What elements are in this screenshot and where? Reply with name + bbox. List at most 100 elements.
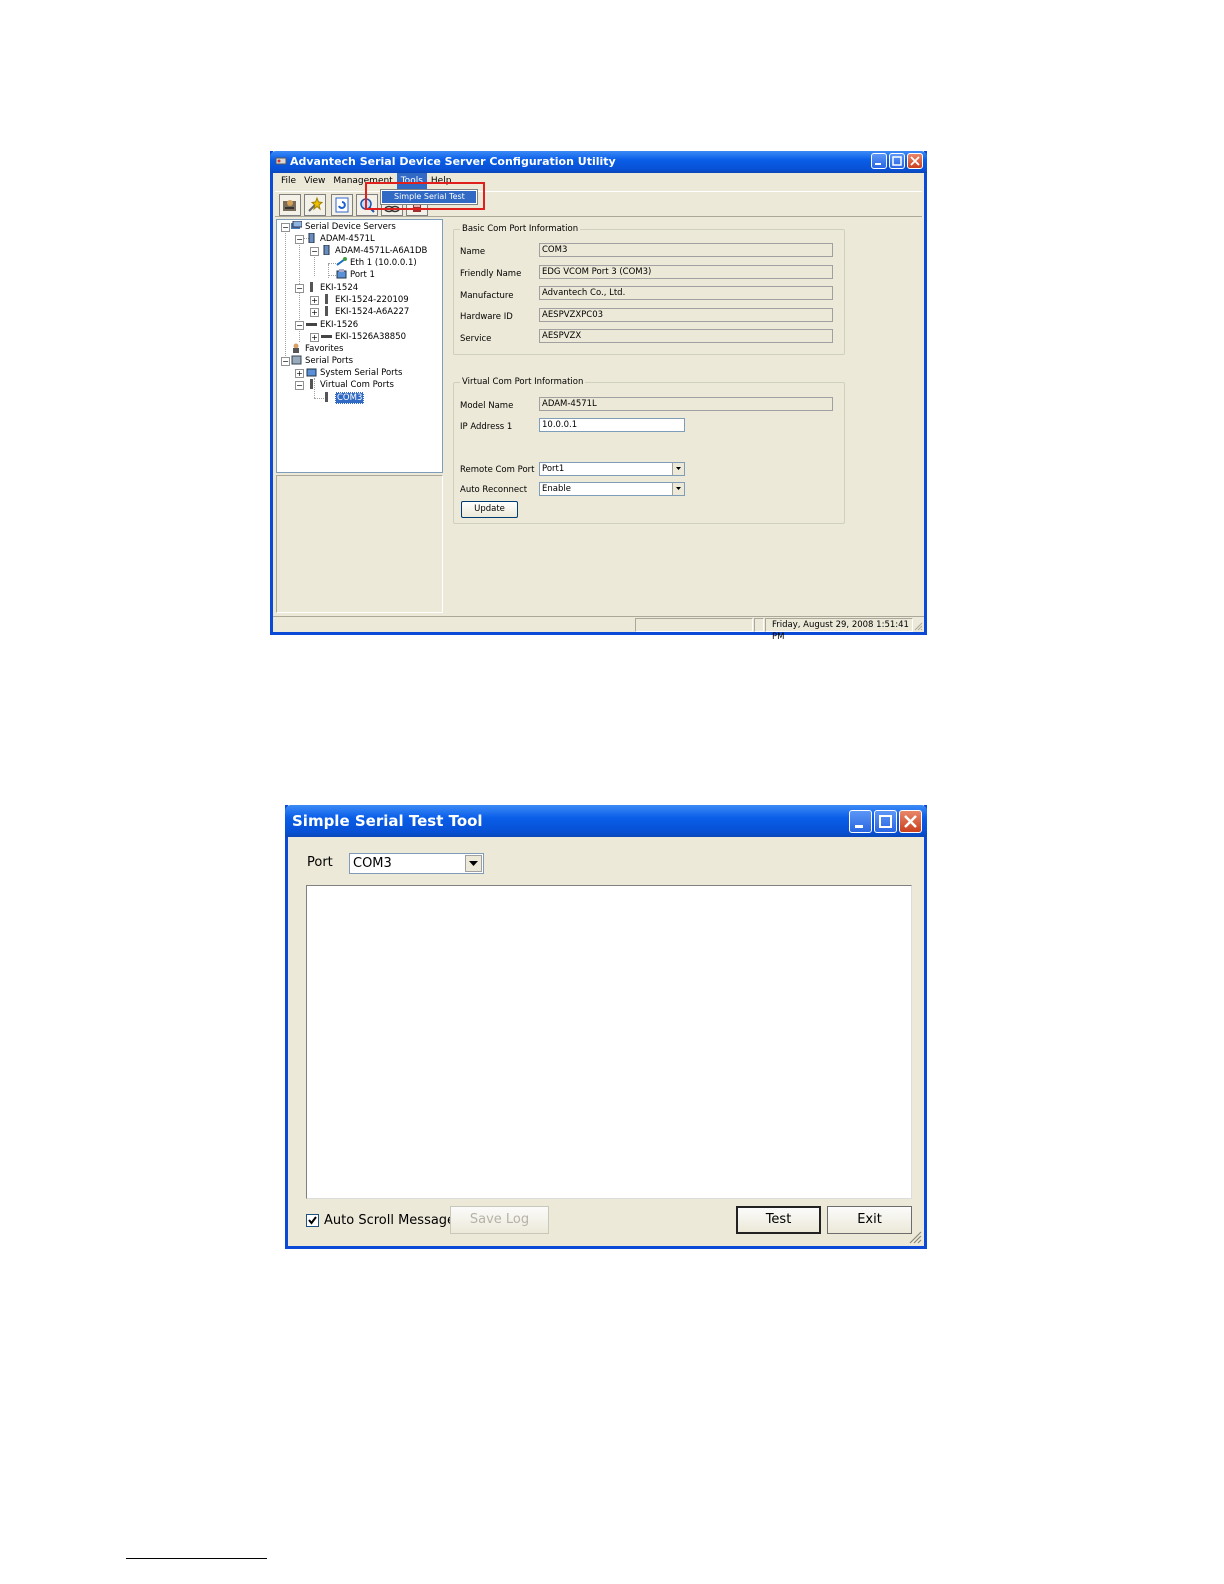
server-group-icon bbox=[291, 221, 302, 229]
status-panel-small bbox=[754, 618, 764, 632]
remote-com-port-value: Port1 bbox=[542, 464, 565, 474]
save-log-button[interactable]: Save Log bbox=[450, 1206, 549, 1234]
tree-item-eki-1526[interactable]: EKI-1526 bbox=[306, 319, 358, 331]
service-field: AESPVZX bbox=[539, 329, 833, 343]
expander-eki1526-a[interactable]: + bbox=[310, 333, 319, 342]
refresh-icon bbox=[335, 197, 349, 213]
device-icon bbox=[321, 335, 332, 338]
tree-item-eki-1524-a6a227[interactable]: EKI-1524-A6A227 bbox=[321, 306, 409, 318]
config-title-bar[interactable]: Advantech Serial Device Server Configura… bbox=[270, 151, 927, 173]
refresh-button[interactable] bbox=[331, 194, 353, 216]
chevron-down-icon bbox=[672, 483, 684, 495]
expander-adam[interactable]: − bbox=[295, 235, 304, 244]
close-button[interactable] bbox=[907, 153, 923, 169]
test-button[interactable]: Test bbox=[736, 1206, 821, 1234]
chevron-down-icon bbox=[672, 463, 684, 475]
friendly-name-field: EDG VCOM Port 3 (COM3) bbox=[539, 265, 833, 279]
close-button[interactable] bbox=[899, 810, 922, 833]
tree-item-system-serial-ports[interactable]: System Serial Ports bbox=[306, 367, 402, 379]
auto-reconnect-label: Auto Reconnect bbox=[460, 485, 528, 495]
status-datetime: Friday, August 29, 2008 1:51:41 PM bbox=[765, 618, 913, 642]
status-panel-empty bbox=[635, 618, 753, 632]
tree-item-serial-device-servers[interactable]: Serial Device Servers bbox=[291, 221, 396, 233]
serial-test-window: Simple Serial Test Tool Port COM3 Auto S… bbox=[285, 805, 927, 1249]
remote-com-port-select[interactable]: Port1 bbox=[539, 462, 685, 476]
auto-reconnect-value: Enable bbox=[542, 484, 571, 494]
device-icon bbox=[306, 323, 317, 326]
ip-address-label: IP Address 1 bbox=[460, 422, 513, 432]
expander-adam-dev[interactable]: − bbox=[310, 247, 319, 256]
wizard-icon bbox=[308, 196, 324, 212]
annotation-highlight bbox=[365, 182, 485, 210]
search-server-icon bbox=[283, 200, 296, 211]
lower-info-pane bbox=[276, 475, 443, 613]
name-field: COM3 bbox=[539, 243, 833, 257]
expander-eki1524-a[interactable]: + bbox=[310, 296, 319, 305]
tree-item-virtual-com-ports[interactable]: Virtual Com Ports bbox=[306, 379, 394, 391]
device-icon bbox=[323, 245, 330, 255]
minimize-button[interactable] bbox=[871, 153, 887, 169]
footnote-rule bbox=[126, 1558, 267, 1559]
hardware-id-label: Hardware ID bbox=[460, 312, 513, 322]
favorites-icon bbox=[293, 343, 299, 353]
model-name-label: Model Name bbox=[460, 401, 514, 411]
test-title-bar[interactable]: Simple Serial Test Tool bbox=[285, 805, 927, 837]
friendly-name-label: Friendly Name bbox=[460, 269, 522, 279]
config-window-title: Advantech Serial Device Server Configura… bbox=[290, 155, 616, 168]
status-bar: Friday, August 29, 2008 1:51:41 PM bbox=[273, 616, 924, 642]
message-log[interactable] bbox=[306, 885, 912, 1199]
virtual-group-title: Virtual Com Port Information bbox=[460, 377, 586, 387]
tree-item-eki-1524[interactable]: EKI-1524 bbox=[306, 282, 358, 294]
device-icon bbox=[325, 294, 328, 304]
exit-button[interactable]: Exit bbox=[827, 1206, 912, 1234]
ethernet-icon bbox=[336, 257, 347, 266]
virtual-ports-icon bbox=[310, 379, 313, 389]
device-icon bbox=[308, 233, 315, 243]
tree-item-port1[interactable]: Port 1 bbox=[336, 269, 375, 281]
resize-grip-icon[interactable] bbox=[913, 621, 923, 631]
manufacture-label: Manufacture bbox=[460, 291, 514, 301]
expander-eki1524[interactable]: − bbox=[295, 284, 304, 293]
config-utility-window: Advantech Serial Device Server Configura… bbox=[270, 151, 927, 642]
tree-item-adam-4571l-a6a1db[interactable]: ADAM-4571L-A6A1DB bbox=[321, 245, 427, 257]
expander-eki1526[interactable]: − bbox=[295, 321, 304, 330]
auto-scroll-checkbox[interactable] bbox=[306, 1214, 319, 1227]
app-icon bbox=[275, 157, 287, 165]
tree-item-adam-4571l[interactable]: ADAM-4571L bbox=[306, 233, 375, 245]
menu-view[interactable]: View bbox=[300, 173, 329, 189]
maximize-button[interactable] bbox=[874, 810, 897, 833]
test-window-title: Simple Serial Test Tool bbox=[292, 812, 483, 830]
menu-file[interactable]: File bbox=[277, 173, 300, 189]
check-icon bbox=[308, 1216, 317, 1225]
tree-item-eth1[interactable]: Eth 1 (10.0.0.1) bbox=[336, 257, 417, 269]
tree-item-eki-1526a38850[interactable]: EKI-1526A38850 bbox=[321, 331, 406, 343]
com-port-icon bbox=[325, 392, 328, 402]
tree-item-serial-ports[interactable]: Serial Ports bbox=[291, 355, 353, 367]
port-label: Port bbox=[307, 855, 333, 870]
resize-grip-icon[interactable] bbox=[908, 1230, 922, 1244]
expander-eki1524-b[interactable]: + bbox=[310, 308, 319, 317]
ip-address-input[interactable]: 10.0.0.1 bbox=[539, 418, 685, 432]
update-button[interactable]: Update bbox=[461, 501, 518, 518]
port-icon bbox=[336, 269, 347, 279]
minimize-button[interactable] bbox=[849, 810, 872, 833]
auto-reconnect-select[interactable]: Enable bbox=[539, 482, 685, 496]
manufacture-field: Advantech Co., Ltd. bbox=[539, 286, 833, 300]
search-server-button[interactable] bbox=[279, 194, 301, 216]
expander-virtual-com[interactable]: − bbox=[295, 381, 304, 390]
port-select[interactable]: COM3 bbox=[349, 853, 484, 874]
tree-item-favorites[interactable]: Favorites bbox=[291, 343, 343, 355]
service-label: Service bbox=[460, 334, 492, 344]
tree-item-eki-1524-220109[interactable]: EKI-1524-220109 bbox=[321, 294, 409, 306]
tree-item-com3[interactable]: COM3 bbox=[321, 392, 365, 404]
port-select-value: COM3 bbox=[353, 856, 392, 871]
wizard-button[interactable] bbox=[304, 194, 326, 216]
hardware-id-field: AESPVZXPC03 bbox=[539, 308, 833, 322]
device-icon bbox=[325, 306, 328, 316]
maximize-button[interactable] bbox=[889, 153, 905, 169]
expander-system-serial[interactable]: + bbox=[295, 369, 304, 378]
expander-serial-ports[interactable]: − bbox=[281, 357, 290, 366]
device-tree[interactable]: − Serial Device Servers − ADAM-4571L − A… bbox=[276, 219, 443, 473]
expander-root[interactable]: − bbox=[281, 223, 290, 232]
system-ports-icon bbox=[306, 368, 317, 377]
